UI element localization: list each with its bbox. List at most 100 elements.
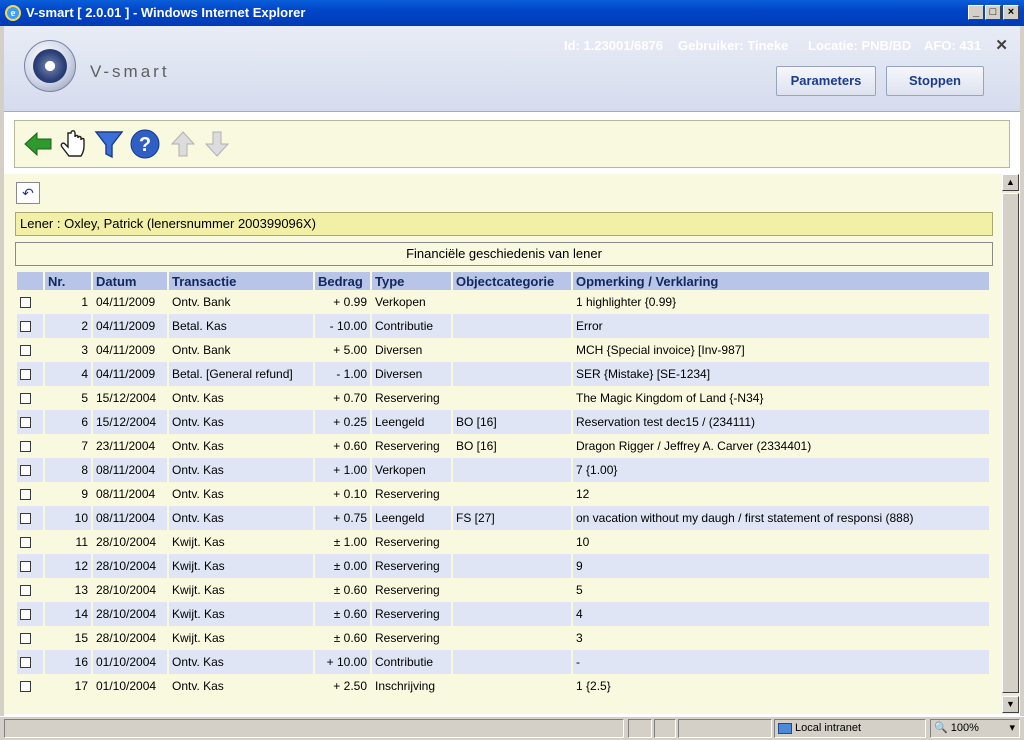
cell-type: Reservering [372, 554, 451, 578]
page-icon [654, 719, 676, 738]
row-checkbox[interactable] [20, 489, 31, 501]
undo-icon[interactable]: ↶ [16, 182, 40, 204]
table-row[interactable]: 8 08/11/2004 Ontv. Kas + 1.00 Verkopen 7 {1.0… [17, 458, 989, 482]
help-icon[interactable]: ? [129, 127, 161, 161]
vertical-scrollbar[interactable]: ▲ ▼ [1002, 174, 1019, 714]
cell-type: Leengeld [372, 506, 451, 530]
minimize-button[interactable]: _ [968, 5, 984, 20]
row-checkbox[interactable] [20, 609, 31, 621]
maximize-button[interactable]: □ [985, 5, 1001, 20]
table-row[interactable]: 1 04/11/2009 Ontv. Bank + 0.99 Verkopen 1 hig… [17, 290, 989, 314]
row-checkbox[interactable] [20, 513, 31, 525]
cell-nr: 4 [45, 362, 91, 386]
table-row[interactable]: 15 28/10/2004 Kwijt. Kas ± 0.60 Reservering 3 [17, 626, 989, 650]
cell-type: Reservering [372, 482, 451, 506]
close-icon[interactable]: ✕ [995, 36, 1008, 54]
column-header-type[interactable]: Type [372, 272, 451, 290]
status-cell [628, 719, 652, 738]
cell-type: Reservering [372, 626, 451, 650]
cell-opmerking: MCH {Special invoice} [Inv-987] [573, 338, 989, 362]
column-header-datum[interactable]: Datum [93, 272, 167, 290]
cell-nr: 1 [45, 290, 91, 314]
scroll-down-icon[interactable]: ▼ [1002, 696, 1019, 713]
close-window-button[interactable]: × [1003, 5, 1019, 20]
table-row[interactable]: 4 04/11/2009 Betal. [General refund] - 1.00… [17, 362, 989, 386]
table-row[interactable]: 16 01/10/2004 Ontv. Kas + 10.00 Contributie - [17, 650, 989, 674]
select-hand-icon[interactable] [57, 127, 89, 161]
column-header-transactie[interactable]: Transactie [169, 272, 313, 290]
parameters-button[interactable]: Parameters [776, 66, 876, 96]
row-checkbox[interactable] [20, 465, 31, 477]
row-checkbox[interactable] [20, 441, 31, 453]
table-row[interactable]: 6 15/12/2004 Ontv. Kas + 0.25 Leengeld BO [16… [17, 410, 989, 434]
intranet-icon [778, 722, 792, 734]
row-checkbox[interactable] [20, 369, 31, 381]
row-checkbox[interactable] [20, 681, 31, 693]
row-checkbox[interactable] [20, 537, 31, 549]
row-checkbox[interactable] [20, 561, 31, 573]
cell-type: Contributie [372, 314, 451, 338]
app-frame: V-smart Id: 1.23001/6876 Gebruiker: Tine… [4, 26, 1020, 716]
cell-transactie: Kwijt. Kas [169, 602, 313, 626]
cell-nr: 16 [45, 650, 91, 674]
row-checkbox[interactable] [20, 657, 31, 669]
row-checkbox[interactable] [20, 417, 31, 429]
cell-objectcategorie [453, 530, 571, 554]
table-row[interactable]: 7 23/11/2004 Ontv. Kas + 0.60 Reservering BO … [17, 434, 989, 458]
table-row[interactable]: 2 04/11/2009 Betal. Kas - 10.00 Contributie E… [17, 314, 989, 338]
page-subtitle: Financiële geschiedenis van lener [15, 242, 993, 266]
row-checkbox[interactable] [20, 633, 31, 645]
cell-datum: 28/10/2004 [93, 578, 167, 602]
row-checkbox[interactable] [20, 321, 31, 333]
scrollbar-thumb[interactable] [1002, 193, 1019, 693]
location-label: Locatie: PNB/BD [808, 38, 912, 53]
cell-bedrag: + 1.00 [315, 458, 370, 482]
cell-opmerking: 9 [573, 554, 989, 578]
column-header-bedrag[interactable]: Bedrag [315, 272, 370, 290]
table-row[interactable]: 5 15/12/2004 Ontv. Kas + 0.70 Reservering The… [17, 386, 989, 410]
table-row[interactable]: 17 01/10/2004 Ontv. Kas + 2.50 Inschrijving 1… [17, 674, 989, 698]
row-checkbox[interactable] [20, 393, 31, 405]
row-checkbox[interactable] [20, 345, 31, 357]
cell-nr: 9 [45, 482, 91, 506]
table-row[interactable]: 3 04/11/2009 Ontv. Bank + 5.00 Diversen MCH {… [17, 338, 989, 362]
cell-opmerking: 10 [573, 530, 989, 554]
cell-nr: 11 [45, 530, 91, 554]
financial-history-table: Nr. Datum Transactie Bedrag Type Objectc… [15, 272, 991, 698]
cell-datum: 04/11/2009 [93, 362, 167, 386]
column-header-objectcategorie[interactable]: Objectcategorie [453, 272, 571, 290]
afo-label: AFO: 431 [924, 38, 982, 53]
column-header-nr[interactable]: Nr. [45, 272, 91, 290]
cell-objectcategorie [453, 386, 571, 410]
table-row[interactable]: 14 28/10/2004 Kwijt. Kas ± 0.60 Reservering 4 [17, 602, 989, 626]
chevron-down-icon[interactable]: ▾ [1009, 720, 1019, 737]
column-header-opmerking[interactable]: Opmerking / Verklaring [573, 272, 989, 290]
row-checkbox[interactable] [20, 585, 31, 597]
row-checkbox[interactable] [20, 297, 31, 309]
back-arrow-icon[interactable] [23, 127, 55, 161]
cell-datum: 15/12/2004 [93, 386, 167, 410]
app-header: V-smart Id: 1.23001/6876 Gebruiker: Tine… [4, 26, 1020, 112]
cell-datum: 23/11/2004 [93, 434, 167, 458]
table-row[interactable]: 9 08/11/2004 Ontv. Kas + 0.10 Reservering 12 [17, 482, 989, 506]
cell-transactie: Ontv. Bank [169, 290, 313, 314]
security-zone[interactable]: Local intranet [774, 719, 926, 738]
cell-nr: 13 [45, 578, 91, 602]
table-row[interactable]: 10 08/11/2004 Ontv. Kas + 0.75 Leengeld FS [2… [17, 506, 989, 530]
down-arrow-icon[interactable] [201, 127, 233, 161]
cell-type: Verkopen [372, 290, 451, 314]
table-row[interactable]: 13 28/10/2004 Kwijt. Kas ± 0.60 Reservering 5 [17, 578, 989, 602]
zoom-control[interactable]: 🔍 100% ▾ [930, 719, 1020, 738]
table-row[interactable]: 11 28/10/2004 Kwijt. Kas ± 1.00 Reservering 1… [17, 530, 989, 554]
up-arrow-icon[interactable] [167, 127, 199, 161]
cell-type: Reservering [372, 434, 451, 458]
cell-objectcategorie [453, 602, 571, 626]
cell-opmerking: Dragon Rigger / Jeffrey A. Carver (23344… [573, 434, 989, 458]
cell-datum: 28/10/2004 [93, 626, 167, 650]
filter-funnel-icon[interactable] [93, 127, 125, 161]
cell-bedrag: + 0.99 [315, 290, 370, 314]
cell-transactie: Ontv. Kas [169, 434, 313, 458]
stop-button[interactable]: Stoppen [886, 66, 984, 96]
scroll-up-icon[interactable]: ▲ [1002, 174, 1019, 191]
table-row[interactable]: 12 28/10/2004 Kwijt. Kas ± 0.00 Reservering 9 [17, 554, 989, 578]
